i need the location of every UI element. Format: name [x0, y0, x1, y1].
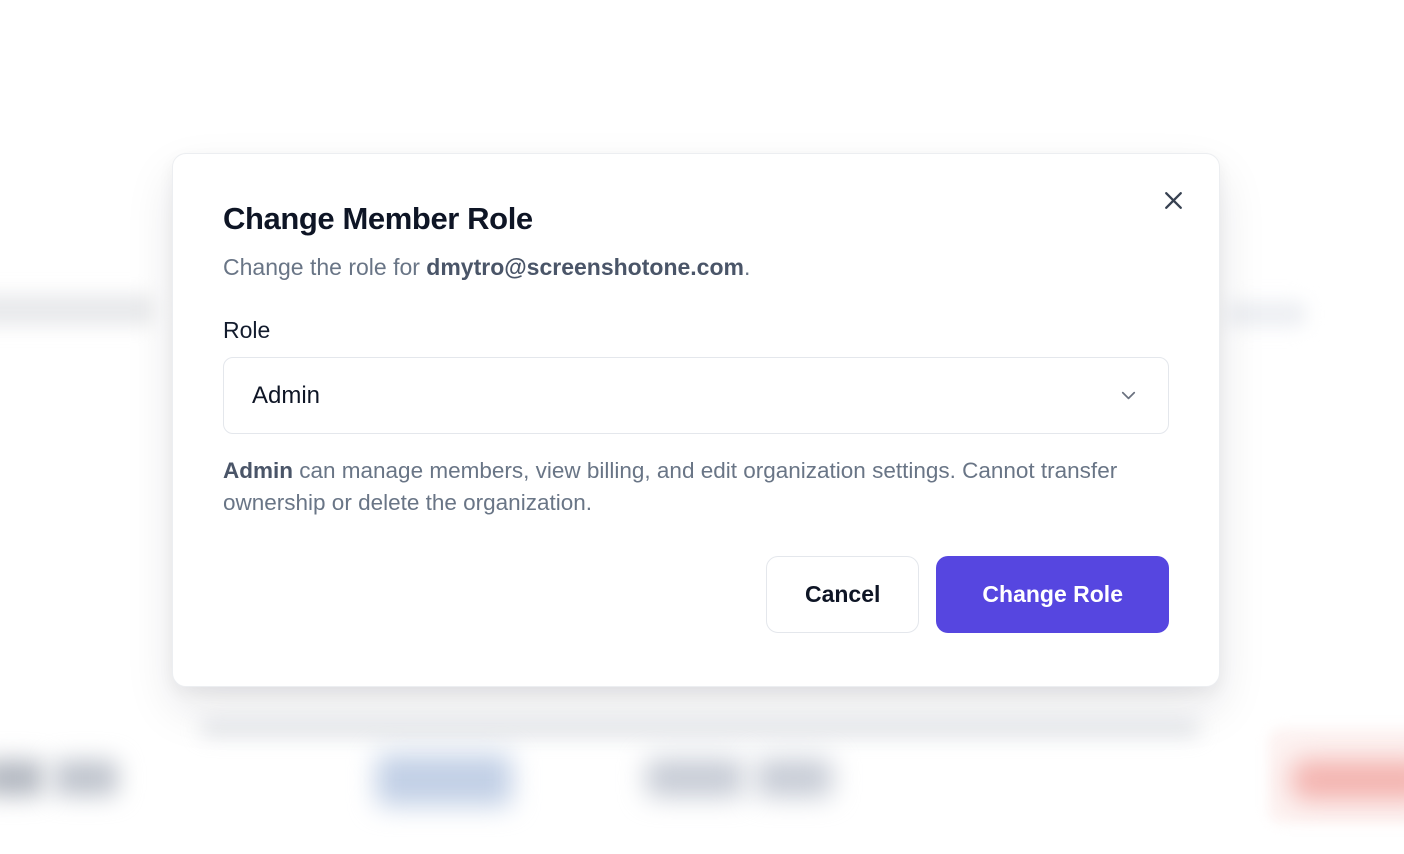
blurred-table-text — [0, 294, 153, 326]
blurred-table-text — [54, 760, 118, 796]
role-selected-value: Admin — [252, 382, 320, 410]
change-role-button[interactable]: Change Role — [936, 556, 1169, 633]
role-helper-body: can manage members, view billing, and ed… — [223, 458, 1117, 515]
blurred-date-text — [756, 759, 832, 797]
description-prefix: Change the role for — [223, 254, 426, 280]
blurred-date-text — [646, 759, 744, 797]
blurred-table-text — [0, 760, 44, 796]
dialog-title: Change Member Role — [223, 200, 1169, 237]
blurred-role-badge — [376, 754, 512, 806]
page-background: Change Member Role Change the role for d… — [0, 0, 1404, 854]
dialog-actions: Cancel Change Role — [223, 556, 1169, 633]
member-email: dmytro@screenshotone.com — [426, 254, 744, 280]
close-icon — [1161, 188, 1186, 213]
role-select[interactable]: Admin — [223, 357, 1169, 434]
cancel-button[interactable]: Cancel — [766, 556, 919, 633]
description-suffix: . — [744, 254, 750, 280]
change-member-role-dialog: Change Member Role Change the role for d… — [172, 153, 1220, 687]
role-field-label: Role — [223, 317, 1169, 344]
modal-shadow — [200, 722, 1200, 736]
chevron-down-icon — [1117, 384, 1140, 407]
dialog-description: Change the role for dmytro@screenshotone… — [223, 253, 1169, 281]
role-helper-text: Admin can manage members, view billing, … — [223, 455, 1169, 519]
role-helper-role-name: Admin — [223, 458, 293, 483]
close-button[interactable] — [1153, 180, 1193, 220]
blurred-table-text — [1228, 301, 1306, 327]
blurred-danger-button-label — [1292, 760, 1404, 800]
